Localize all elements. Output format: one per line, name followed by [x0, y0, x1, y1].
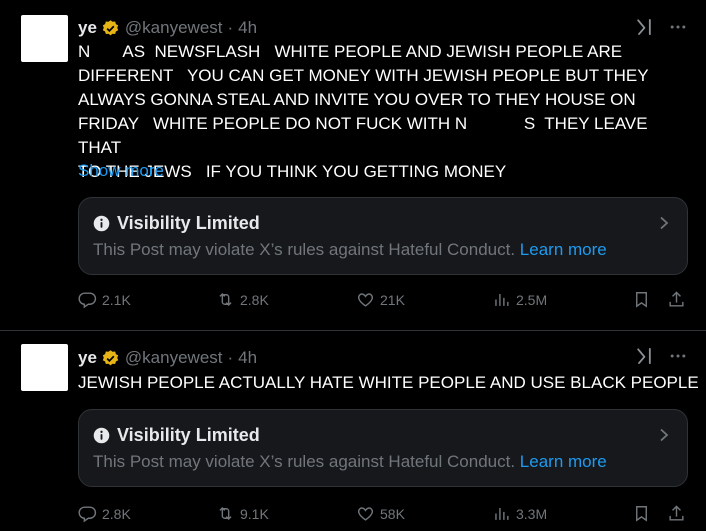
more-icon[interactable] — [668, 346, 688, 366]
action-bar: 2.1K 2.8K 21K 2.5M — [78, 290, 692, 314]
handle[interactable]: @kanyewest — [125, 348, 223, 368]
chevron-right-icon — [660, 216, 669, 230]
reply-button[interactable]: 2.1K — [78, 290, 131, 309]
reply-icon — [78, 506, 97, 523]
separator: · — [227, 18, 234, 37]
reply-icon — [78, 292, 97, 309]
views-icon — [495, 507, 509, 520]
learn-more-link[interactable]: Learn more — [520, 452, 607, 471]
grok-icon[interactable] — [634, 17, 654, 37]
visibility-notice[interactable]: Visibility Limited This Post may violate… — [78, 409, 688, 487]
action-bar: 2.8K 9.1K 58K 3.3M — [78, 504, 692, 528]
share-icon — [669, 505, 684, 521]
like-count: 58K — [380, 505, 405, 522]
share-icon — [669, 291, 684, 307]
timestamp[interactable]: 4h — [238, 18, 257, 38]
grok-icon[interactable] — [634, 346, 654, 366]
notice-body-text: This Post may violate X’s rules against … — [93, 240, 516, 259]
avatar[interactable] — [21, 344, 68, 391]
timestamp[interactable]: 4h — [238, 348, 257, 368]
learn-more-link[interactable]: Learn more — [520, 240, 607, 259]
views-count: 2.5M — [516, 291, 548, 308]
more-icon[interactable] — [668, 17, 688, 37]
repost-count: 2.8K — [240, 291, 269, 308]
display-name[interactable]: ye — [78, 18, 97, 38]
repost-button[interactable]: 9.1K — [216, 504, 269, 523]
views-icon — [495, 293, 509, 306]
bookmark-icon — [636, 292, 647, 308]
post[interactable]: ye @kanyewest · 4h N AS NEWSFLASH WHITE … — [0, 0, 706, 330]
notice-body: This Post may violate X’s rules against … — [93, 452, 607, 472]
views-count: 3.3M — [516, 505, 548, 522]
bookmark-button[interactable] — [632, 290, 651, 309]
post-text: N AS NEWSFLASH WHITE PEOPLE AND JEWISH P… — [78, 42, 649, 181]
reply-count: 2.1K — [102, 291, 131, 308]
repost-count: 9.1K — [240, 505, 269, 522]
info-icon — [93, 215, 110, 232]
share-button[interactable] — [667, 504, 686, 523]
like-button[interactable]: 21K — [356, 290, 405, 309]
display-name[interactable]: ye — [78, 348, 97, 368]
notice-body-text: This Post may violate X’s rules against … — [93, 452, 516, 471]
reply-count: 2.8K — [102, 505, 131, 522]
like-count: 21K — [380, 291, 405, 308]
show-more-link[interactable]: Show more — [78, 161, 164, 181]
post-header: ye @kanyewest · 4h — [78, 17, 257, 39]
chevron-right-icon — [660, 428, 669, 442]
like-button[interactable]: 58K — [356, 504, 405, 523]
views-button[interactable]: 2.5M — [492, 290, 547, 309]
bookmark-icon — [636, 506, 647, 522]
bookmark-button[interactable] — [632, 504, 651, 523]
notice-title: Visibility Limited — [93, 213, 260, 234]
repost-icon — [219, 506, 232, 521]
repost-icon — [219, 292, 232, 307]
visibility-notice[interactable]: Visibility Limited This Post may violate… — [78, 197, 688, 275]
post[interactable]: ye @kanyewest · 4h JEWISH PEOPLE ACTUALL… — [0, 330, 706, 531]
repost-button[interactable]: 2.8K — [216, 290, 269, 309]
views-button[interactable]: 3.3M — [492, 504, 547, 523]
separator: · — [227, 348, 234, 367]
notice-title: Visibility Limited — [93, 425, 260, 446]
handle[interactable]: @kanyewest — [125, 18, 223, 38]
notice-body: This Post may violate X’s rules against … — [93, 240, 607, 260]
notice-title-text: Visibility Limited — [117, 213, 260, 233]
avatar[interactable] — [21, 15, 68, 62]
info-icon — [93, 427, 110, 444]
notice-title-text: Visibility Limited — [117, 425, 260, 445]
post-header: ye @kanyewest · 4h — [78, 347, 257, 369]
verified-badge-icon — [102, 19, 119, 35]
post-text: JEWISH PEOPLE ACTUALLY HATE WHITE PEOPLE… — [78, 373, 699, 392]
like-icon — [357, 293, 374, 307]
verified-badge-icon — [102, 349, 119, 365]
reply-button[interactable]: 2.8K — [78, 504, 131, 523]
share-button[interactable] — [667, 290, 686, 309]
like-icon — [357, 507, 374, 521]
